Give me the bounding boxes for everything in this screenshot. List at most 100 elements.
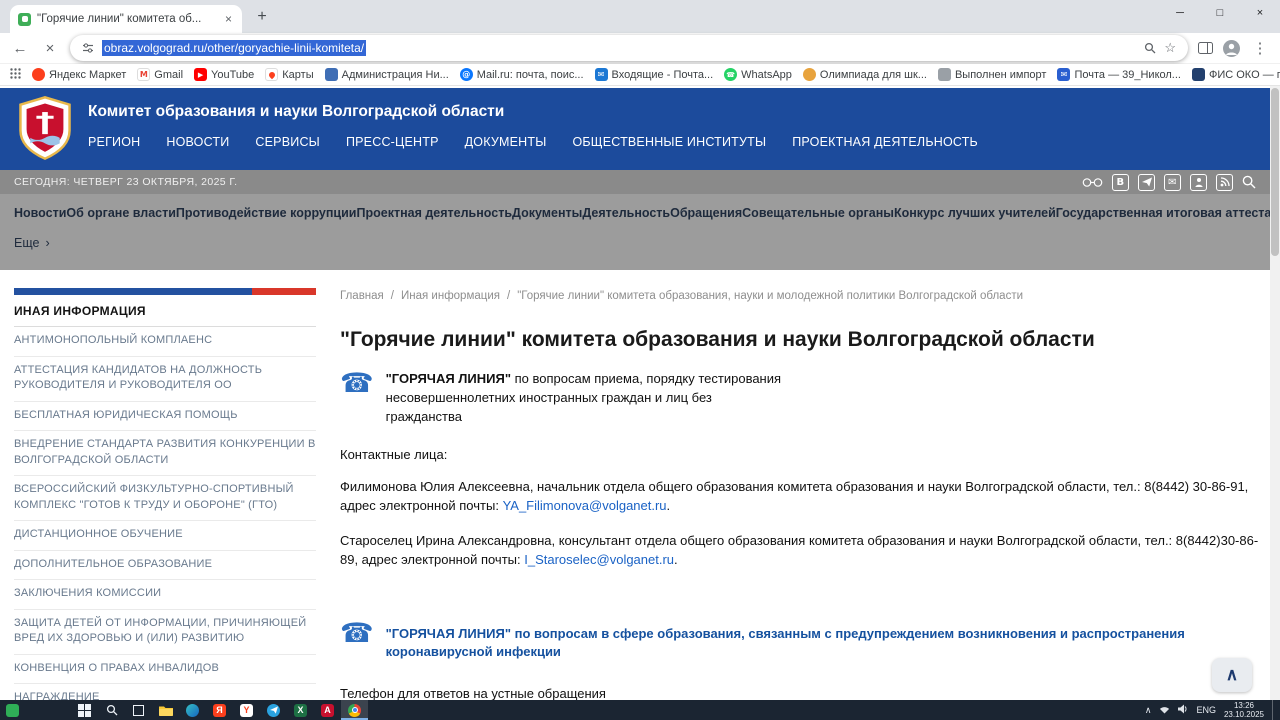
- sentence-end: .: [674, 552, 678, 567]
- nav-news[interactable]: НОВОСТИ: [166, 135, 229, 149]
- subnav-advisory-bodies[interactable]: Совещательные органы: [742, 206, 894, 220]
- start-button[interactable]: [71, 700, 98, 720]
- nav-press-center[interactable]: ПРЕСС-ЦЕНТР: [346, 135, 439, 149]
- back-icon[interactable]: ←: [10, 40, 30, 57]
- breadcrumb-other-info[interactable]: Иная информация: [401, 290, 500, 302]
- subnav-authority[interactable]: Об органе власти: [66, 206, 176, 220]
- bookmark-item[interactable]: ▶YouTube: [194, 68, 254, 81]
- task-view-icon[interactable]: [125, 700, 152, 720]
- breadcrumb-home[interactable]: Главная: [340, 290, 384, 302]
- site-logo-coat-of-arms-icon[interactable]: [18, 96, 72, 160]
- contact-2-email-link[interactable]: I_Staroselec@volganet.ru: [524, 552, 674, 567]
- bookmark-item[interactable]: Администрация Ни...: [325, 68, 449, 81]
- telegram-icon[interactable]: [1138, 174, 1155, 191]
- yandex-browser-icon[interactable]: Я: [206, 700, 233, 720]
- subnav-anticorruption[interactable]: Противодействие коррупции: [176, 206, 357, 220]
- subnav-news[interactable]: Новости: [14, 206, 66, 220]
- sidebar-item[interactable]: БЕСПЛАТНАЯ ЮРИДИЧЕСКАЯ ПОМОЩЬ: [14, 402, 316, 432]
- search-icon[interactable]: [1242, 175, 1256, 189]
- sidebar-item[interactable]: АТТЕСТАЦИЯ КАНДИДАТОВ НА ДОЛЖНОСТЬ РУКОВ…: [14, 357, 316, 402]
- new-tab-button[interactable]: +: [250, 5, 274, 29]
- bookmark-item[interactable]: MGmail: [137, 68, 183, 81]
- sidebar-item[interactable]: ДИСТАНЦИОННОЕ ОБУЧЕНИЕ: [14, 521, 316, 551]
- show-desktop-button[interactable]: [1272, 700, 1276, 720]
- breadcrumb-current: "Горячие линии" комитета образования, на…: [517, 290, 1023, 302]
- site-info-icon[interactable]: [82, 42, 94, 54]
- sidebar-item[interactable]: ЗАЩИТА ДЕТЕЙ ОТ ИНФОРМАЦИИ, ПРИЧИНЯЮЩЕЙ …: [14, 610, 316, 655]
- scroll-to-top-button[interactable]: ∧: [1212, 658, 1252, 692]
- sidebar-item[interactable]: НАГРАЖДЕНИЕ: [14, 684, 316, 700]
- subnav-more-button[interactable]: Еще ›: [14, 236, 1256, 250]
- nav-public-institutes[interactable]: ОБЩЕСТВЕННЫЕ ИНСТИТУТЫ: [572, 135, 766, 149]
- volume-icon[interactable]: [1178, 701, 1188, 719]
- yandex-app-icon[interactable]: Y: [233, 700, 260, 720]
- network-icon[interactable]: [1159, 701, 1170, 719]
- page-scrollbar[interactable]: [1270, 86, 1280, 700]
- sidebar-item[interactable]: ЗАКЛЮЧЕНИЯ КОМИССИИ: [14, 580, 316, 610]
- profile-avatar[interactable]: [1223, 40, 1240, 57]
- rss-icon[interactable]: [1216, 174, 1233, 191]
- sidebar-item[interactable]: ДОПОЛНИТЕЛЬНОЕ ОБРАЗОВАНИЕ: [14, 551, 316, 581]
- bookmark-label: Карты: [282, 69, 313, 81]
- social-icons: В ✉: [1082, 174, 1256, 191]
- window-maximize-button[interactable]: □: [1200, 0, 1240, 26]
- excel-icon[interactable]: X: [287, 700, 314, 720]
- bookmark-star-icon[interactable]: ☆: [1164, 40, 1176, 56]
- acrobat-icon[interactable]: A: [314, 700, 341, 720]
- nav-project-activity[interactable]: ПРОЕКТНАЯ ДЕЯТЕЛЬНОСТЬ: [792, 135, 978, 149]
- sidebar-item[interactable]: КОНВЕНЦИЯ О ПРАВАХ ИНВАЛИДОВ: [14, 655, 316, 685]
- stop-reload-icon[interactable]: ×: [40, 40, 60, 57]
- apps-grid-icon[interactable]: [10, 68, 21, 82]
- side-panel-icon[interactable]: [1198, 42, 1213, 54]
- subnav-state-final-attestation[interactable]: Государственная итоговая аттестация: [1056, 206, 1280, 220]
- sidebar-item[interactable]: ВНЕДРЕНИЕ СТАНДАРТА РАЗВИТИЯ КОНКУРЕНЦИИ…: [14, 431, 316, 476]
- bookmark-item[interactable]: Яндекс Маркет: [32, 68, 126, 81]
- site-header: Комитет образования и науки Волгоградско…: [0, 88, 1270, 170]
- chrome-icon[interactable]: [341, 700, 368, 720]
- browser-tab[interactable]: "Горячие линии" комитета об... ×: [10, 5, 242, 33]
- browser-menu-icon[interactable]: ⋮: [1250, 39, 1270, 57]
- subnav-project-activity[interactable]: Проектная деятельность: [357, 206, 513, 220]
- bookmark-item[interactable]: ФИС ОКО — публи...: [1192, 68, 1280, 81]
- nav-documents[interactable]: ДОКУМЕНТЫ: [465, 135, 547, 149]
- bookmark-item[interactable]: ✉Входящие - Почта...: [595, 68, 714, 81]
- sidebar-item[interactable]: АНТИМОНОПОЛЬНЫЙ КОМПЛАЕНС: [14, 327, 316, 357]
- url-input[interactable]: obraz.volgograd.ru/other/goryachie-linii…: [102, 40, 366, 56]
- taskbar-widget-icon[interactable]: [6, 704, 19, 717]
- subnav-teachers-contest[interactable]: Конкурс лучших учителей: [894, 206, 1056, 220]
- window-minimize-button[interactable]: ─: [1160, 0, 1200, 26]
- bookmark-item[interactable]: ☎WhatsApp: [724, 68, 792, 81]
- bookmark-item[interactable]: Олимпиада для шк...: [803, 68, 927, 81]
- yandex-market-icon: [32, 68, 45, 81]
- taskbar-clock[interactable]: 13:26 23.10.2025: [1224, 701, 1264, 720]
- bookmark-item[interactable]: Карты: [265, 68, 313, 81]
- nav-services[interactable]: СЕРВИСЫ: [255, 135, 320, 149]
- language-indicator[interactable]: ENG: [1196, 705, 1216, 715]
- tab-close-icon[interactable]: ×: [223, 12, 234, 26]
- scrollbar-thumb[interactable]: [1271, 88, 1279, 256]
- file-explorer-icon[interactable]: [152, 700, 179, 720]
- subnav-appeals[interactable]: Обращения: [670, 206, 742, 220]
- taskbar-search-icon[interactable]: [98, 700, 125, 720]
- windows-logo-icon: [78, 704, 91, 717]
- bookmark-item[interactable]: @Mail.ru: почта, поис...: [460, 68, 584, 81]
- window-close-button[interactable]: ×: [1240, 0, 1280, 26]
- telegram-app-icon[interactable]: [260, 700, 287, 720]
- hotline-2: ☎ "ГОРЯЧАЯ ЛИНИЯ" по вопросам в сфере об…: [340, 620, 1262, 663]
- tray-hidden-icons-caret[interactable]: ∧: [1145, 705, 1152, 716]
- accessibility-glasses-icon[interactable]: [1082, 177, 1103, 188]
- subnav-activity[interactable]: Деятельность: [582, 206, 670, 220]
- site-title[interactable]: Комитет образования и науки Волгоградско…: [88, 103, 504, 121]
- bookmark-item[interactable]: ✉Почта — 39_Никол...: [1057, 68, 1181, 81]
- edge-browser-icon[interactable]: [179, 700, 206, 720]
- vk-icon[interactable]: В: [1112, 174, 1129, 191]
- subnav-documents[interactable]: Документы: [512, 206, 582, 220]
- page-zoom-icon[interactable]: [1144, 42, 1156, 54]
- address-bar[interactable]: obraz.volgograd.ru/other/goryachie-linii…: [70, 35, 1188, 61]
- email-icon[interactable]: ✉: [1164, 174, 1181, 191]
- odnoklassniki-icon[interactable]: [1190, 174, 1207, 191]
- bookmark-item[interactable]: Выполнен импорт: [938, 68, 1047, 81]
- sidebar-item[interactable]: ВСЕРОССИЙСКИЙ ФИЗКУЛЬТУРНО-СПОРТИВНЫЙ КО…: [14, 476, 316, 521]
- nav-region[interactable]: РЕГИОН: [88, 135, 140, 149]
- contact-1-email-link[interactable]: YA_Filimonova@volganet.ru: [503, 498, 667, 513]
